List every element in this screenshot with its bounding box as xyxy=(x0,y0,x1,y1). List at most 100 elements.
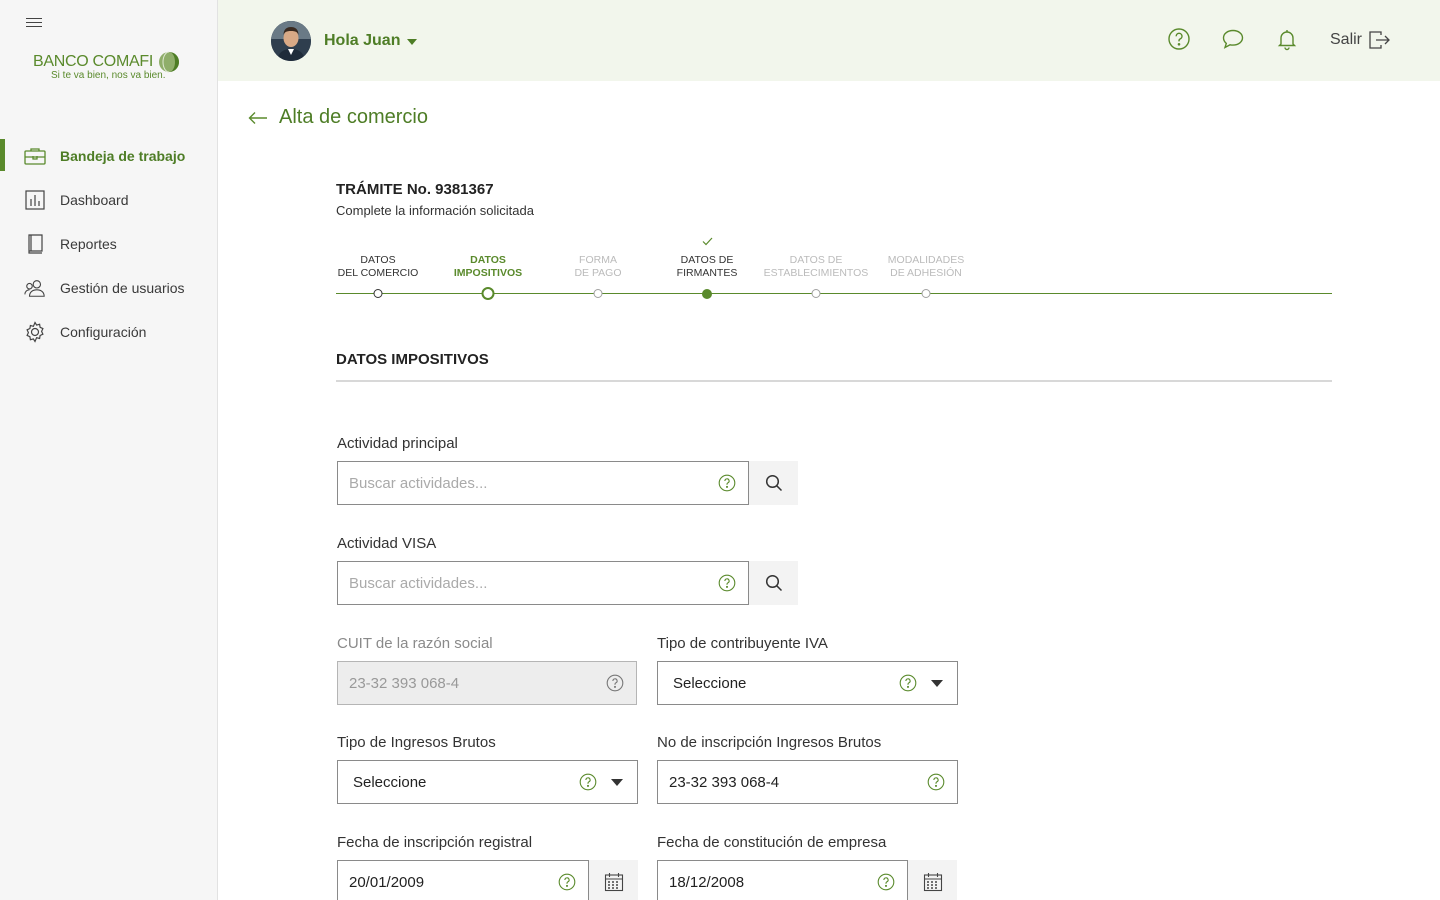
calendar-button[interactable] xyxy=(907,860,957,900)
tramite-number: TRÁMITE No. 9381367 xyxy=(336,181,494,198)
input-value[interactable]: 18/12/2008 xyxy=(658,874,877,891)
field-label: Fecha de constitución de empresa xyxy=(657,834,887,851)
field-label: Fecha de inscripción registral xyxy=(337,834,533,851)
help-icon[interactable] xyxy=(927,773,945,791)
chat-icon[interactable] xyxy=(1221,27,1245,51)
avatar[interactable] xyxy=(271,21,311,61)
bell-icon[interactable] xyxy=(1275,27,1299,51)
section-title: DATOS IMPOSITIVOS xyxy=(336,351,489,368)
select-value[interactable]: Seleccione xyxy=(658,675,899,692)
help-icon[interactable] xyxy=(1167,27,1191,51)
fecha-constitucion-input[interactable]: 18/12/2008 xyxy=(657,860,957,900)
form-instructions: Complete la información solicitada xyxy=(336,203,534,218)
user-menu-toggle[interactable]: Hola Juan xyxy=(324,32,418,50)
check-icon xyxy=(647,237,767,249)
page-header: Alta de comercio xyxy=(248,106,428,129)
sidebar: BANCO COMAFI Si te va bien, nos va bien.… xyxy=(0,0,218,900)
sidebar-item-dashboard[interactable]: Dashboard xyxy=(0,178,218,222)
no-inscripcion-field: No de inscripción Ingresos Brutos 23-32 … xyxy=(657,734,958,804)
select-value[interactable]: Seleccione xyxy=(338,774,579,791)
search-icon xyxy=(765,574,782,592)
logout-button[interactable]: Salir xyxy=(1330,30,1390,50)
sidebar-nav: Bandeja de trabajo Dashboard Reportes Ge… xyxy=(0,134,218,354)
step-datos-firmantes[interactable]: DATOS DE FIRMANTES xyxy=(647,236,767,299)
tipo-ingresos-select[interactable]: Seleccione xyxy=(337,760,638,804)
sidebar-item-label: Reportes xyxy=(60,236,117,252)
search-icon xyxy=(765,474,782,492)
step-dot xyxy=(702,289,712,299)
sidebar-item-configuracion[interactable]: Configuración xyxy=(0,310,218,354)
field-label: Tipo de contribuyente IVA xyxy=(657,635,828,652)
step-dot xyxy=(921,289,931,298)
search-button[interactable] xyxy=(748,461,798,505)
sidebar-item-label: Dashboard xyxy=(60,192,129,208)
caret-down-icon[interactable] xyxy=(931,679,943,687)
logout-icon xyxy=(1369,31,1390,49)
field-label: No de inscripción Ingresos Brutos xyxy=(657,734,882,751)
actividad-principal-input[interactable]: Buscar actividades... xyxy=(337,461,798,505)
step-dot xyxy=(593,289,603,298)
tipo-contribuyente-select[interactable]: Seleccione xyxy=(657,661,958,705)
sidebar-item-label: Configuración xyxy=(60,324,147,340)
calendar-button[interactable] xyxy=(588,860,638,900)
help-icon[interactable] xyxy=(606,674,624,692)
no-inscripcion-input[interactable]: 23-32 393 068-4 xyxy=(657,760,958,804)
step-dot xyxy=(373,289,383,298)
fecha-inscripcion-input[interactable]: 20/01/2009 xyxy=(337,860,638,900)
step-label: MODALIDADES DE ADHESIÓN xyxy=(887,254,965,279)
input-placeholder[interactable]: Buscar actividades... xyxy=(338,575,718,592)
input-value[interactable]: 23-32 393 068-4 xyxy=(658,774,927,791)
field-label: CUIT de la razón social xyxy=(337,635,493,652)
calendar-icon xyxy=(604,873,623,892)
input-value[interactable]: 20/01/2009 xyxy=(338,874,558,891)
field-label: Actividad principal xyxy=(337,435,458,452)
sidebar-item-label: Bandeja de trabajo xyxy=(60,148,186,164)
help-icon[interactable] xyxy=(558,873,576,891)
help-icon[interactable] xyxy=(877,873,895,891)
top-bar: Hola Juan Salir xyxy=(218,0,1440,81)
step-modalidades-adhesion[interactable]: MODALIDADES DE ADHESIÓN xyxy=(866,236,986,298)
users-icon xyxy=(24,277,46,299)
help-icon[interactable] xyxy=(718,474,736,492)
logout-label: Salir xyxy=(1330,31,1363,48)
step-label: FORMA DE PAGO xyxy=(574,254,622,279)
actividad-principal-field: Actividad principal Buscar actividades..… xyxy=(337,435,798,505)
sidebar-item-usuarios[interactable]: Gestión de usuarios xyxy=(0,266,218,310)
step-forma-pago[interactable]: FORMA DE PAGO xyxy=(538,236,658,298)
actividad-visa-input[interactable]: Buscar actividades... xyxy=(337,561,798,605)
progress-stepper: DATOS DEL COMERCIO DATOS IMPOSITIVOS FORMA… xyxy=(336,236,1332,306)
section-divider xyxy=(336,380,1332,382)
caret-down-icon xyxy=(407,39,418,45)
sidebar-item-reportes[interactable]: Reportes xyxy=(0,222,218,266)
step-dot xyxy=(811,289,821,298)
step-label: DATOS DE ESTABLECIMIENTOS xyxy=(763,254,869,279)
search-button[interactable] xyxy=(748,561,798,605)
help-icon[interactable] xyxy=(718,574,736,592)
book-icon xyxy=(24,233,46,255)
bank-logo[interactable]: BANCO COMAFI Si te va bien, nos va bien. xyxy=(33,51,183,85)
logo-name: BANCO COMAFI xyxy=(33,53,153,70)
step-label: DATOS DEL COMERCIO xyxy=(337,254,419,279)
cuit-input: 23-32 393 068-4 xyxy=(337,661,637,705)
globe-icon xyxy=(159,51,179,73)
step-dot xyxy=(481,287,495,300)
back-arrow-icon[interactable] xyxy=(248,111,268,125)
cuit-field: CUIT de la razón social 23-32 393 068-4 xyxy=(337,635,637,705)
sidebar-item-label: Gestión de usuarios xyxy=(60,280,185,296)
tipo-contribuyente-field: Tipo de contribuyente IVA Seleccione xyxy=(657,635,958,705)
step-datos-establecimientos[interactable]: DATOS DE ESTABLECIMIENTOS xyxy=(756,236,876,298)
field-label: Actividad VISA xyxy=(337,535,437,552)
sidebar-item-bandeja[interactable]: Bandeja de trabajo xyxy=(0,134,218,178)
input-placeholder[interactable]: Buscar actividades... xyxy=(338,475,718,492)
step-datos-impositivos[interactable]: DATOS IMPOSITIVOS xyxy=(428,236,548,300)
calendar-icon xyxy=(923,873,942,892)
caret-down-icon[interactable] xyxy=(611,778,623,786)
help-icon[interactable] xyxy=(899,674,917,692)
menu-icon[interactable] xyxy=(26,15,42,29)
step-datos-comercio[interactable]: DATOS DEL COMERCIO xyxy=(318,236,438,298)
bar-chart-icon xyxy=(24,189,46,211)
gear-icon xyxy=(24,321,46,343)
help-icon[interactable] xyxy=(579,773,597,791)
fecha-inscripcion-field: Fecha de inscripción registral 20/01/200… xyxy=(337,834,638,900)
actividad-visa-field: Actividad VISA Buscar actividades... xyxy=(337,535,798,605)
